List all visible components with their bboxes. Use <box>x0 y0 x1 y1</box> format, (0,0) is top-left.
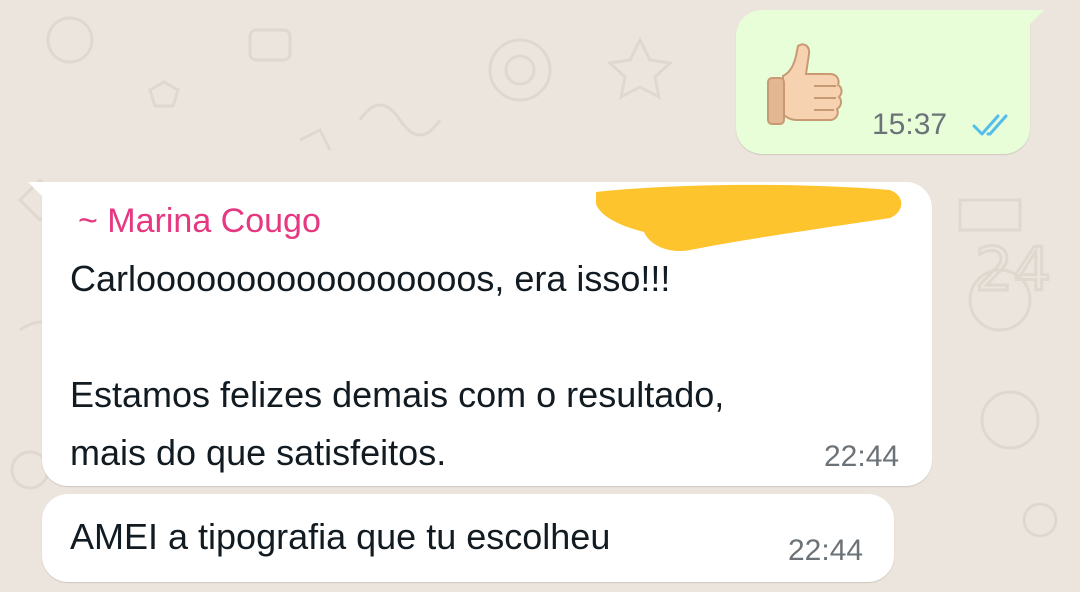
message-time: 22:44 <box>824 440 900 473</box>
svg-text:24: 24 <box>975 235 1051 305</box>
incoming-message-bubble[interactable]: ~ Marina Cougo +5 Carlooooooooooooooooos… <box>28 182 932 486</box>
outgoing-message-bubble[interactable]: 15:37 <box>736 10 1044 154</box>
thumbs-up-emoji <box>767 43 843 125</box>
bubble-tail <box>28 182 50 204</box>
message-text: Carlooooooooooooooooos, era isso!!! Esta… <box>70 258 725 473</box>
message-time: 15:37 <box>872 108 948 141</box>
sender-name[interactable]: ~ Marina Cougo <box>78 202 321 241</box>
message-text: AMEI a tipografia que tu escolheu <box>70 516 611 557</box>
message-time: 22:44 <box>788 534 864 567</box>
incoming-message-bubble[interactable]: AMEI a tipografia que tu escolheu 22:44 <box>42 494 894 582</box>
bubble-tail <box>1022 10 1044 32</box>
double-check-read-icon <box>972 114 1008 136</box>
